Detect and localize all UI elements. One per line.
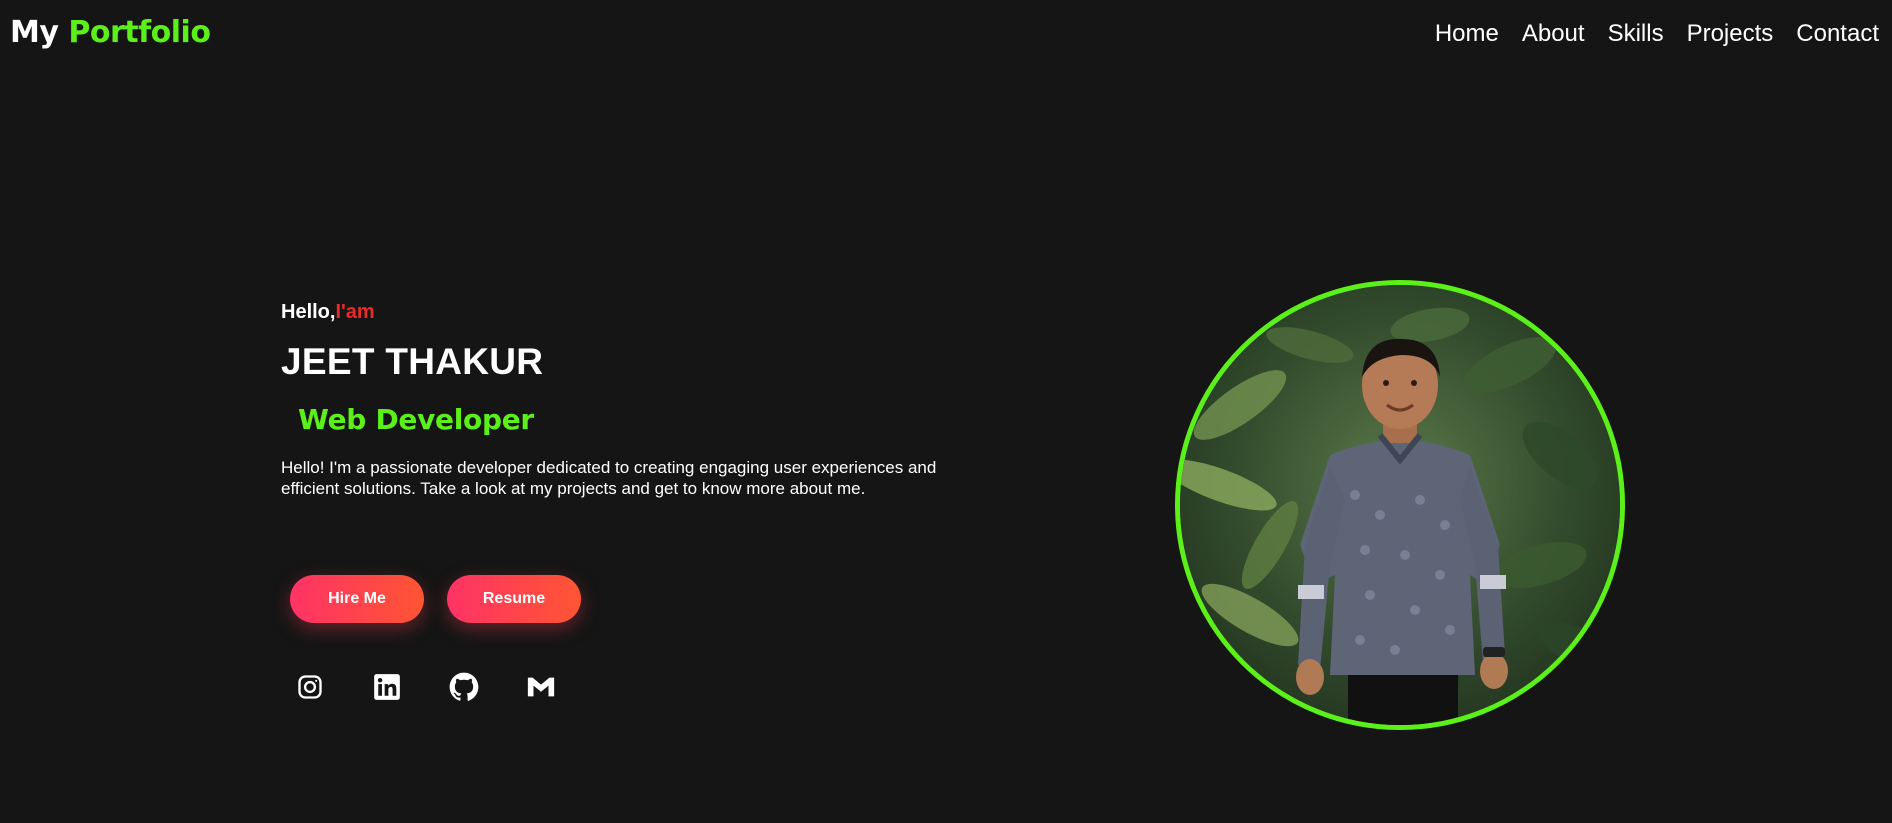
social-links <box>295 672 603 702</box>
nav-home[interactable]: Home <box>1435 18 1499 50</box>
linkedin-icon[interactable] <box>372 672 402 702</box>
page: My Portfolio Home About Skills Projects … <box>0 0 1892 823</box>
hire-me-button[interactable]: Hire Me <box>290 575 424 623</box>
greeting-accent: I'am <box>335 301 375 323</box>
hero-name: JEET THAKUR <box>281 341 544 382</box>
hero-intro: Hello! I'm a passionate developer dedica… <box>281 458 937 498</box>
site-logo[interactable]: My Portfolio <box>10 14 211 52</box>
logo-accent: Portfolio <box>68 15 211 50</box>
nav-contact[interactable]: Contact <box>1796 18 1879 50</box>
greeting-text: Hello, <box>281 301 336 323</box>
gmail-icon[interactable] <box>526 672 556 702</box>
profile-photo-illustration <box>1180 285 1620 725</box>
github-icon[interactable] <box>449 672 479 702</box>
nav-skills[interactable]: Skills <box>1608 18 1664 50</box>
instagram-icon[interactable] <box>295 672 325 702</box>
hero-role: Web Developer <box>298 403 534 436</box>
nav-about[interactable]: About <box>1522 18 1585 50</box>
nav-projects[interactable]: Projects <box>1687 18 1774 50</box>
hero-greeting: Hello,I'am <box>281 300 375 324</box>
resume-button[interactable]: Resume <box>447 575 581 623</box>
main-nav: Home About Skills Projects Contact <box>1412 18 1879 50</box>
logo-prefix: My <box>10 15 59 50</box>
profile-photo <box>1175 280 1625 730</box>
